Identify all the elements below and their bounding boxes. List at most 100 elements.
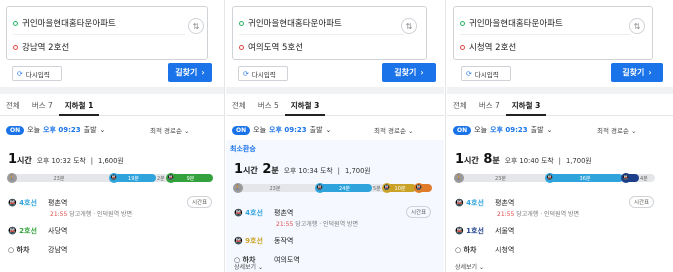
tab-1[interactable]: 버스 7: [473, 96, 506, 116]
search-button[interactable]: 길찾기 ›: [611, 63, 663, 82]
route-search-box: 귀인마을현대홈타운아파트 여의도역 5호선: [232, 6, 427, 60]
arrow-right-icon: ›: [648, 68, 652, 77]
search-button[interactable]: 길찾기 ›: [168, 63, 212, 82]
timetable-button[interactable]: 시간표: [629, 196, 655, 208]
line-name: ○ 하차: [455, 246, 477, 254]
origin-input[interactable]: 귀인마을현대홈타운아파트: [248, 17, 342, 29]
destination-row[interactable]: 시청역 2호선: [460, 41, 516, 53]
route-step[interactable]: ○ 하차 시청역: [455, 245, 514, 255]
sort-dropdown[interactable]: 최적 경로순 ⌄: [150, 125, 190, 135]
destination-input[interactable]: 여의도역 5호선: [248, 41, 303, 53]
detail-link[interactable]: 상세보기 ⌄: [455, 262, 484, 271]
route-panel-3: 귀인마을현대홈타운아파트 시청역 2호선 ⇅ ⟳ 다시입력 길찾기 › 전체 버스…: [447, 0, 673, 272]
origin-dot-icon: [460, 20, 465, 26]
departure-time: 21:55: [276, 221, 294, 228]
row-divider: [460, 34, 630, 35]
fare: 1,700원: [565, 157, 592, 165]
search-label: 길찾기: [394, 68, 417, 77]
tab-0[interactable]: 전체: [447, 96, 473, 116]
origin-dot-icon: [239, 20, 244, 26]
station-name: 시청역: [495, 246, 515, 254]
departure-info: 21:55 당고개행 · 인덕원역 방면: [497, 209, 579, 218]
route-step[interactable]: 🚇 9호선 동작역: [234, 236, 293, 246]
tab-1[interactable]: 버스 7: [26, 96, 59, 116]
fare: 1,700원: [344, 167, 371, 175]
swap-vertical-icon[interactable]: ⇅: [188, 18, 204, 34]
section-divider: [447, 87, 673, 94]
departure-time-selector[interactable]: ON 오늘 오후 09:23 출발 ⌄: [6, 124, 105, 136]
depart-prefix: 오늘: [27, 126, 41, 134]
route-step[interactable]: 🚇 4호선 평촌역: [8, 198, 67, 208]
reinput-button[interactable]: ⟳ 다시입력: [12, 66, 62, 81]
sort-label: 최적 경로순: [374, 127, 406, 135]
line-name: 🚇 1호선: [455, 227, 484, 235]
line-name: 🚇 2호선: [8, 227, 37, 235]
subway-segment: 24분: [317, 184, 372, 192]
route-step[interactable]: 🚇 2호선 사당역: [8, 226, 67, 236]
route-step[interactable]: 🚇 4호선 평촌역: [455, 198, 514, 208]
departure-info: 21:55 당고개행 · 인덕원역 방면: [276, 219, 358, 228]
search-button[interactable]: 길찾기 ›: [382, 63, 436, 82]
tab-0[interactable]: 전체: [226, 96, 252, 116]
line-name: ○ 하차: [8, 246, 30, 254]
route-step[interactable]: 🚇 4호선 평촌역: [234, 208, 293, 218]
destination-row[interactable]: 강남역 2호선: [13, 41, 69, 53]
tab-2[interactable]: 지하철 3: [505, 96, 547, 116]
tab-0[interactable]: 전체: [0, 96, 26, 116]
departure-time-selector[interactable]: ON 오늘 오후 09:23 출발 ⌄: [453, 124, 552, 136]
sort-dropdown[interactable]: 최적 경로순 ⌄: [597, 125, 637, 135]
section-divider: [0, 87, 224, 94]
duration: 1시간 8분: [455, 152, 500, 167]
station-name: 평촌역: [495, 199, 515, 207]
route-step[interactable]: 🚇 1호선 서울역: [455, 226, 514, 236]
walk-icon: 🚶: [454, 173, 464, 183]
tab-2[interactable]: 지하철 1: [58, 96, 100, 116]
origin-input[interactable]: 귀인마을현대홈타운아파트: [469, 17, 563, 29]
reinput-label: 다시입력: [25, 70, 50, 79]
destination-input[interactable]: 강남역 2호선: [22, 41, 69, 53]
swap-vertical-icon[interactable]: ⇅: [629, 18, 645, 34]
route-search-box: 귀인마을현대홈타운아파트 시청역 2호선: [453, 6, 653, 60]
destination-dot-icon: [13, 44, 18, 50]
timetable-button[interactable]: 시간표: [406, 206, 432, 218]
arrow-right-icon: ›: [201, 68, 205, 77]
route-panel-2: 귀인마을현대홈타운아파트 여의도역 5호선 ⇅ ⟳ 다시입력 길찾기 › 전체 버…: [226, 0, 444, 272]
on-toggle[interactable]: ON: [453, 125, 472, 135]
origin-row[interactable]: 귀인마을현대홈타운아파트: [13, 17, 116, 29]
departure-time-selector[interactable]: ON 오늘 오후 09:23 출발 ⌄: [232, 124, 331, 136]
on-toggle[interactable]: ON: [232, 125, 251, 135]
destination-input[interactable]: 시청역 2호선: [469, 41, 516, 53]
origin-row[interactable]: 귀인마을현대홈타운아파트: [460, 17, 563, 29]
route-step[interactable]: ○ 하차 강남역: [8, 245, 67, 255]
on-toggle[interactable]: ON: [6, 125, 25, 135]
mode-tabs: 전체 버스 5 지하철 3: [226, 96, 444, 116]
line-name: 🚇 4호선: [455, 199, 484, 207]
departure-direction: 당고개행 · 인덕원역 방면: [514, 211, 580, 218]
sort-dropdown[interactable]: 최적 경로순 ⌄: [374, 125, 414, 135]
reinput-button[interactable]: ⟳ 다시입력: [238, 66, 288, 81]
origin-input[interactable]: 귀인마을현대홈타운아파트: [22, 17, 116, 29]
timetable-button[interactable]: 시간표: [187, 196, 213, 208]
walk-duration-label: 23분: [495, 176, 506, 182]
chevron-down-icon: ⌄: [99, 126, 106, 134]
fare-sep: |: [337, 167, 340, 175]
depart-prefix: 오늘: [253, 126, 267, 134]
duration: 1시간: [8, 152, 32, 167]
depart-prefix: 오늘: [474, 126, 488, 134]
route-panel-1: 귀인마을현대홈타운아파트 강남역 2호선 ⇅ ⟳ 다시입력 길찾기 › 전체 버스…: [0, 0, 224, 272]
line-name: 🚇 4호선: [234, 209, 263, 217]
subway-icon: 🚇: [315, 183, 325, 193]
station-name: 강남역: [48, 246, 68, 254]
fare: 1,600원: [98, 157, 124, 165]
reinput-label: 다시입력: [251, 70, 276, 79]
subway-segment: 36분: [547, 174, 623, 182]
detail-link[interactable]: 상세보기 ⌄: [234, 262, 263, 271]
tab-2[interactable]: 지하철 3: [284, 96, 326, 116]
tab-1[interactable]: 버스 5: [252, 96, 285, 116]
origin-row[interactable]: 귀인마을현대홈타운아파트: [239, 17, 342, 29]
subway-icon: 🚇: [166, 173, 176, 183]
reinput-button[interactable]: ⟳ 다시입력: [461, 66, 511, 81]
destination-row[interactable]: 여의도역 5호선: [239, 41, 303, 53]
swap-vertical-icon[interactable]: ⇅: [401, 18, 417, 34]
section-divider: [226, 87, 444, 94]
